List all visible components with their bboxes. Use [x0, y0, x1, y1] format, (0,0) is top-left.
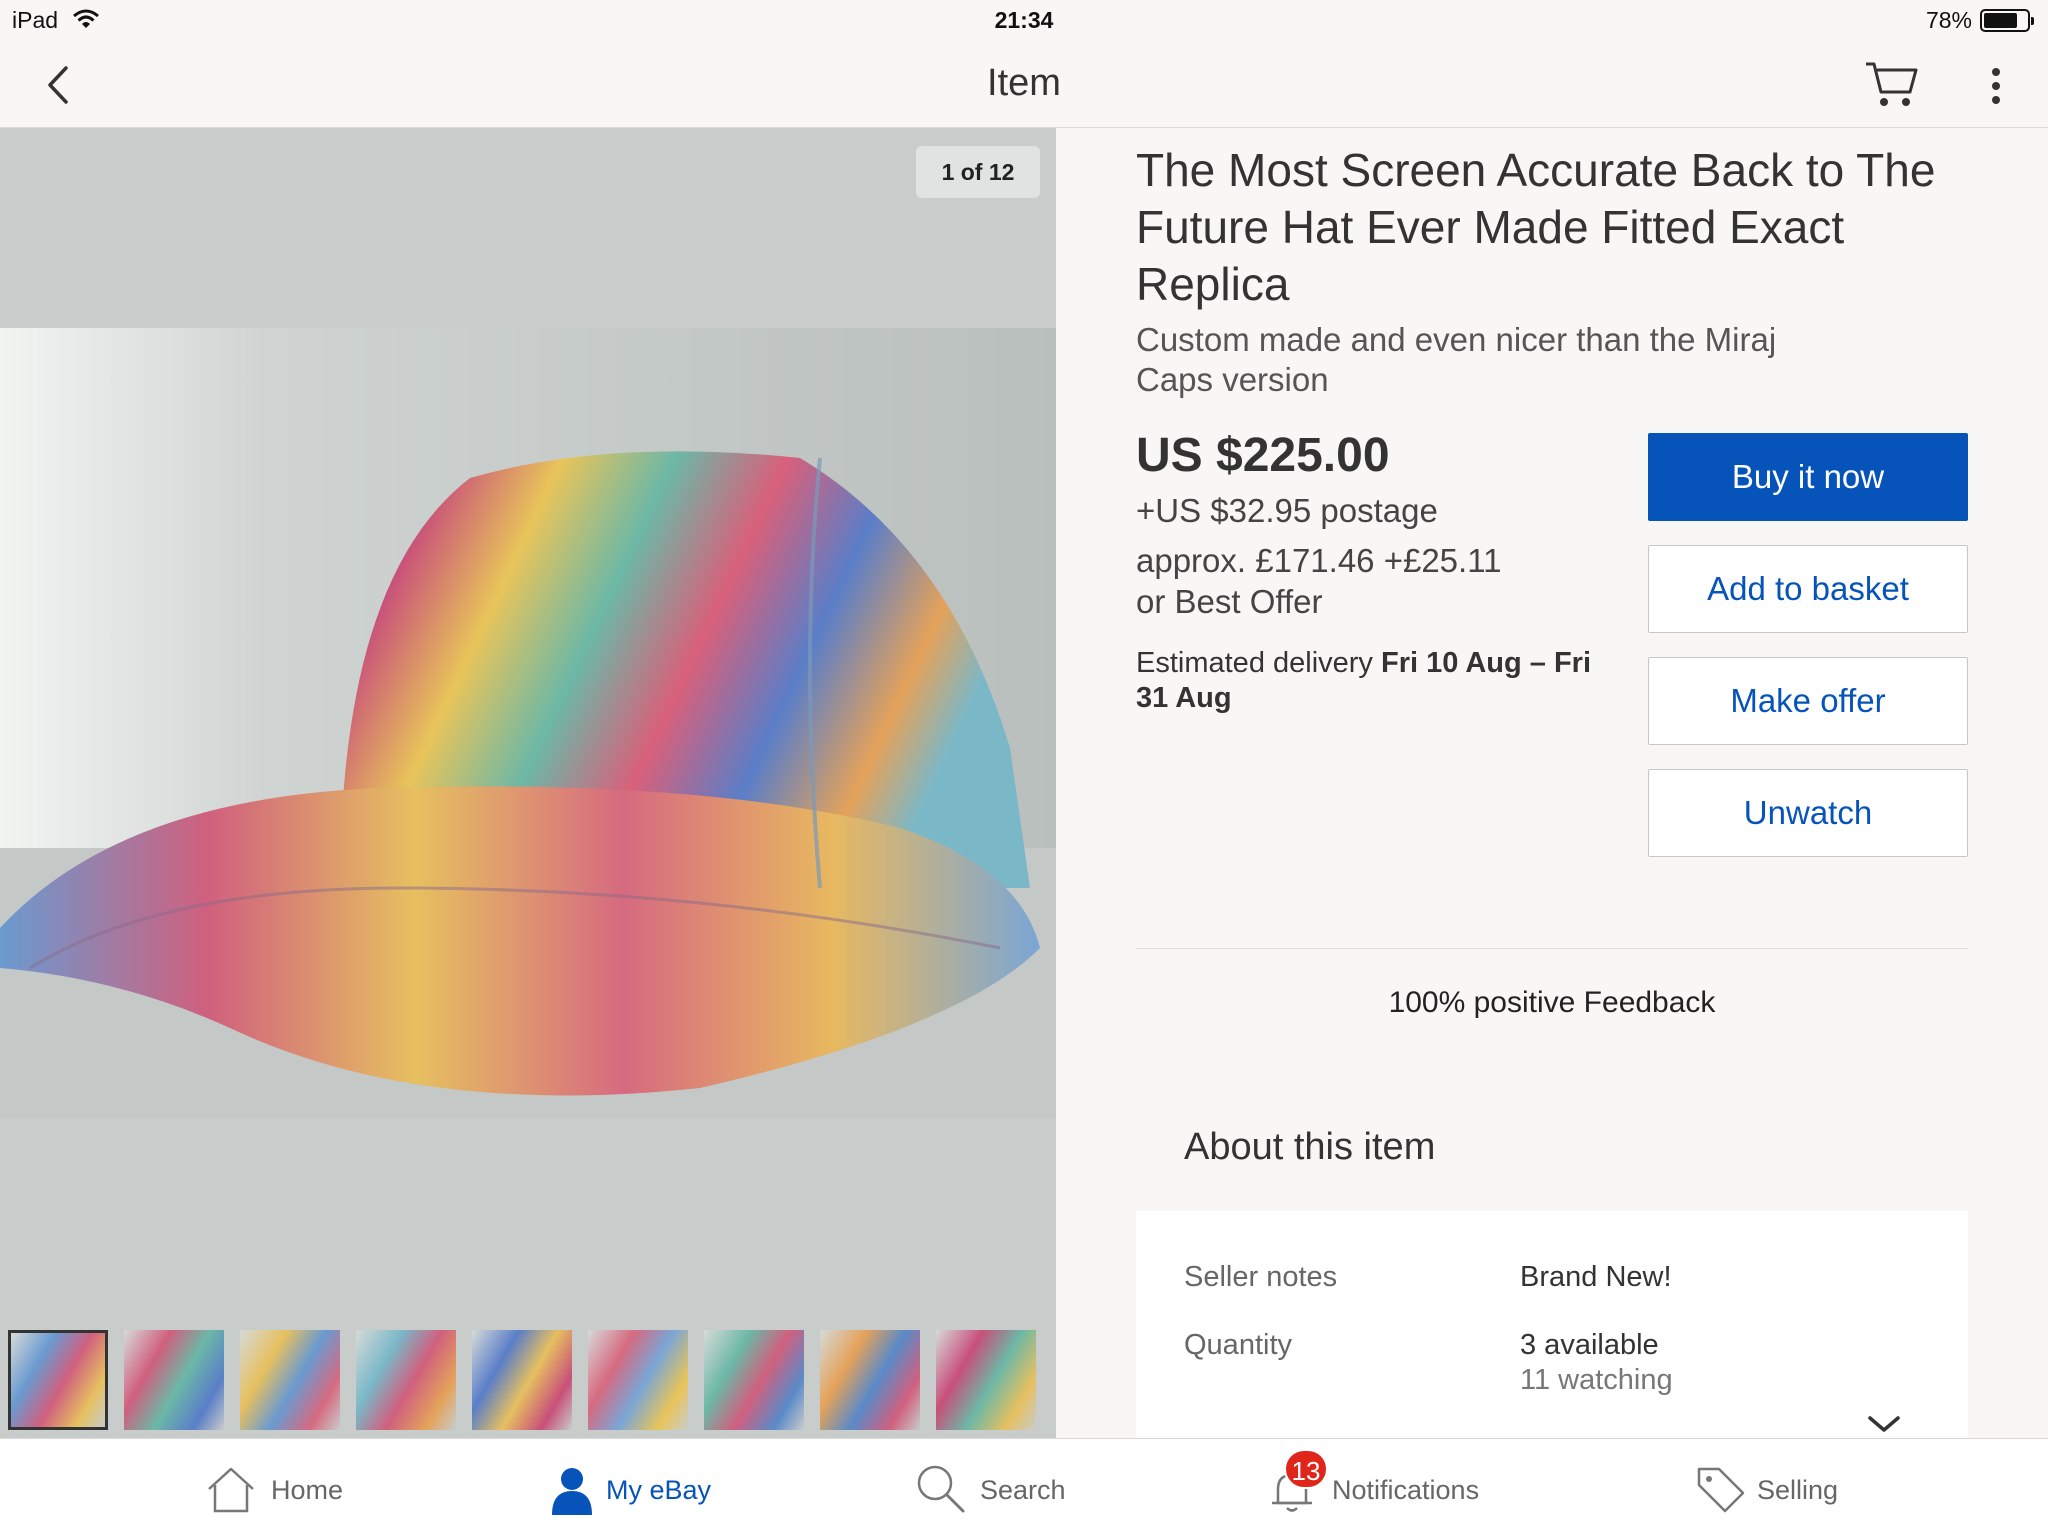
tab-my-ebay-label: My eBay: [606, 1475, 712, 1505]
watching-count: 11 watching: [1520, 1364, 1673, 1396]
buy-it-now-button[interactable]: Buy it now: [1648, 433, 1968, 521]
tab-search-label: Search: [980, 1475, 1066, 1505]
cart-icon[interactable]: [1862, 56, 1922, 112]
notification-badge: 13: [1284, 1449, 1328, 1489]
nav-bar: Item: [0, 40, 2048, 128]
delivery-label: Estimated delivery: [1136, 647, 1373, 679]
thumbnail-1[interactable]: [8, 1330, 108, 1430]
about-heading: About this item: [1184, 1126, 1436, 1168]
quantity-available: 3 available: [1520, 1329, 1659, 1361]
clock: 21:34: [994, 7, 1054, 33]
estimated-delivery: Estimated delivery Fri 10 Aug – Fri 31 A…: [1136, 646, 1596, 716]
product-photo[interactable]: [0, 328, 1056, 1118]
image-gallery[interactable]: 1 of 12: [0, 128, 1056, 1438]
thumbnail-8[interactable]: [820, 1330, 920, 1430]
tab-notifications-label: Notifications: [1332, 1475, 1480, 1505]
seller-notes-label: Seller notes: [1184, 1261, 1338, 1293]
thumbnail-7[interactable]: [704, 1330, 804, 1430]
tab-home[interactable]: Home: [205, 1439, 365, 1536]
thumbnail-strip[interactable]: [8, 1330, 1048, 1430]
make-offer-button[interactable]: Make offer: [1648, 657, 1968, 745]
best-offer-note: or Best Offer: [1136, 583, 1323, 620]
quantity-label: Quantity: [1184, 1329, 1292, 1361]
person-icon: [552, 1468, 592, 1515]
tab-search[interactable]: Search: [915, 1439, 1085, 1536]
page-title: Item: [987, 62, 1061, 104]
tab-bar: Home My eBay Search Notifications 13 Sel…: [0, 1438, 2048, 1536]
tab-selling[interactable]: Selling: [1695, 1439, 1855, 1536]
thumbnail-6[interactable]: [588, 1330, 688, 1430]
image-counter: 1 of 12: [916, 146, 1040, 198]
seller-notes-value: Brand New!: [1520, 1261, 1672, 1293]
divider: [1136, 948, 1968, 949]
status-bar: iPad 21:34 78%: [0, 0, 2048, 40]
add-to-basket-button[interactable]: Add to basket: [1648, 545, 1968, 633]
battery-percent: 78%: [1925, 7, 1972, 33]
unwatch-button[interactable]: Unwatch: [1648, 769, 1968, 857]
thumbnail-9[interactable]: [936, 1330, 1036, 1430]
approx-price: approx. £171.46 +£25.11: [1136, 542, 1502, 579]
home-icon: [208, 1467, 254, 1513]
search-icon: [917, 1465, 965, 1513]
thumbnail-2[interactable]: [124, 1330, 224, 1430]
item-specifics-card: Seller notes Brand New! Quantity 3 avail…: [1136, 1211, 1968, 1441]
postage-cost: +US $32.95 postage: [1136, 492, 1438, 529]
item-price: US $225.00: [1136, 429, 1390, 482]
tab-selling-label: Selling: [1757, 1475, 1839, 1505]
seller-feedback[interactable]: 100% positive Feedback: [1136, 986, 1968, 1020]
thumbnail-5[interactable]: [472, 1330, 572, 1430]
thumbnail-3[interactable]: [240, 1330, 340, 1430]
battery-icon: [1980, 9, 2034, 32]
tag-icon: [1697, 1467, 1745, 1513]
thumbnail-4[interactable]: [356, 1330, 456, 1430]
chevron-down-icon[interactable]: [1866, 1414, 1902, 1436]
item-title: The Most Screen Accurate Back to The Fut…: [1136, 144, 1936, 310]
tab-home-label: Home: [271, 1475, 344, 1505]
more-vertical-icon[interactable]: [1980, 64, 2012, 108]
tab-my-ebay[interactable]: My eBay: [550, 1439, 750, 1536]
item-subtitle: Custom made and even nicer than the Mira…: [1136, 321, 1777, 398]
